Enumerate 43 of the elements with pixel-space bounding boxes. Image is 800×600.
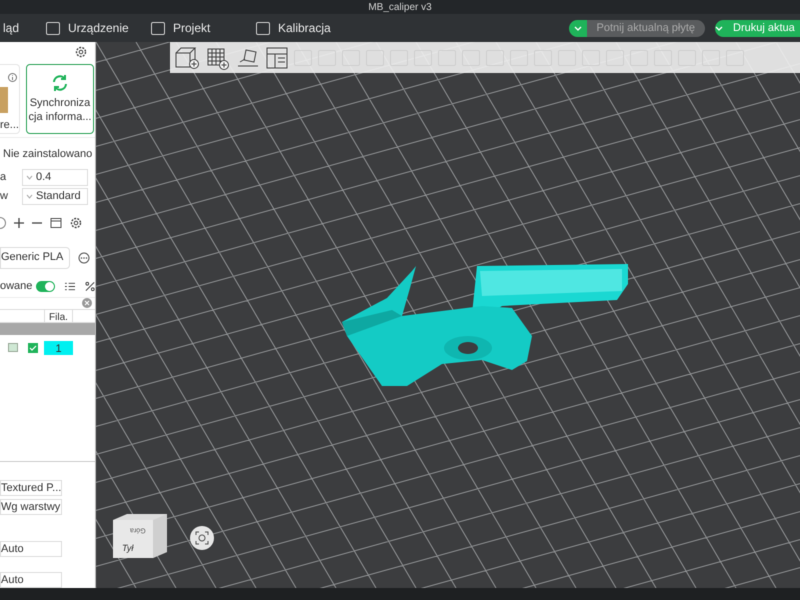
window-title: MB_caliper v3 [368, 0, 432, 14]
cube-label: Tył [122, 542, 134, 554]
layout-icon[interactable] [266, 46, 288, 68]
toggle-label: owane [0, 279, 32, 294]
caret-icon[interactable] [715, 20, 723, 37]
calendar-icon[interactable] [50, 216, 62, 228]
menu-item[interactable]: ląd [3, 19, 20, 37]
sync-icon [50, 73, 70, 93]
dropdown[interactable]: 0.4 [22, 168, 88, 186]
clear-icon[interactable] [82, 298, 92, 308]
filament-field[interactable]: Generic PLA [0, 246, 70, 268]
dropdown-field[interactable]: Auto [0, 541, 62, 557]
filament-cell[interactable]: 1 [44, 340, 73, 354]
fit-view-icon[interactable] [190, 526, 214, 550]
checkbox[interactable] [28, 342, 38, 352]
toggle-switch[interactable] [36, 281, 55, 292]
sync-button[interactable]: Synchroniza cja informa... [26, 64, 94, 134]
dropdown-field[interactable]: Textured P... [0, 480, 62, 496]
menu-item[interactable]: Kalibracja [278, 19, 331, 37]
caret-icon [26, 174, 33, 180]
info-icon[interactable] [8, 73, 17, 82]
cube-add-icon[interactable] [174, 46, 200, 70]
settings-icon[interactable] [70, 216, 82, 228]
dropdown-field[interactable]: Wg warstwy [0, 499, 62, 515]
setting-label: a [0, 170, 8, 185]
caret-icon [26, 194, 33, 198]
percent-icon[interactable] [84, 281, 95, 292]
more-icon[interactable] [78, 252, 90, 264]
caret-icon[interactable] [568, 20, 587, 37]
filament-card[interactable]: re... [0, 64, 20, 134]
add-icon[interactable] [14, 218, 24, 228]
column-header: Fila. [45, 310, 73, 322]
status-text: Nie zainstalowano [3, 147, 94, 162]
menu-item[interactable]: Urządzenie [68, 19, 129, 37]
spool-picture [0, 87, 8, 112]
grid-add-icon[interactable] [206, 46, 230, 70]
layers-icon [8, 343, 18, 352]
menu-item[interactable]: Projekt [173, 19, 210, 37]
setting-label: w [0, 188, 9, 204]
dropdown-field[interactable]: Auto [0, 572, 62, 588]
settings-icon[interactable] [75, 46, 87, 58]
dropdown[interactable]: Standard [22, 188, 88, 204]
card-label: re... [0, 118, 19, 132]
